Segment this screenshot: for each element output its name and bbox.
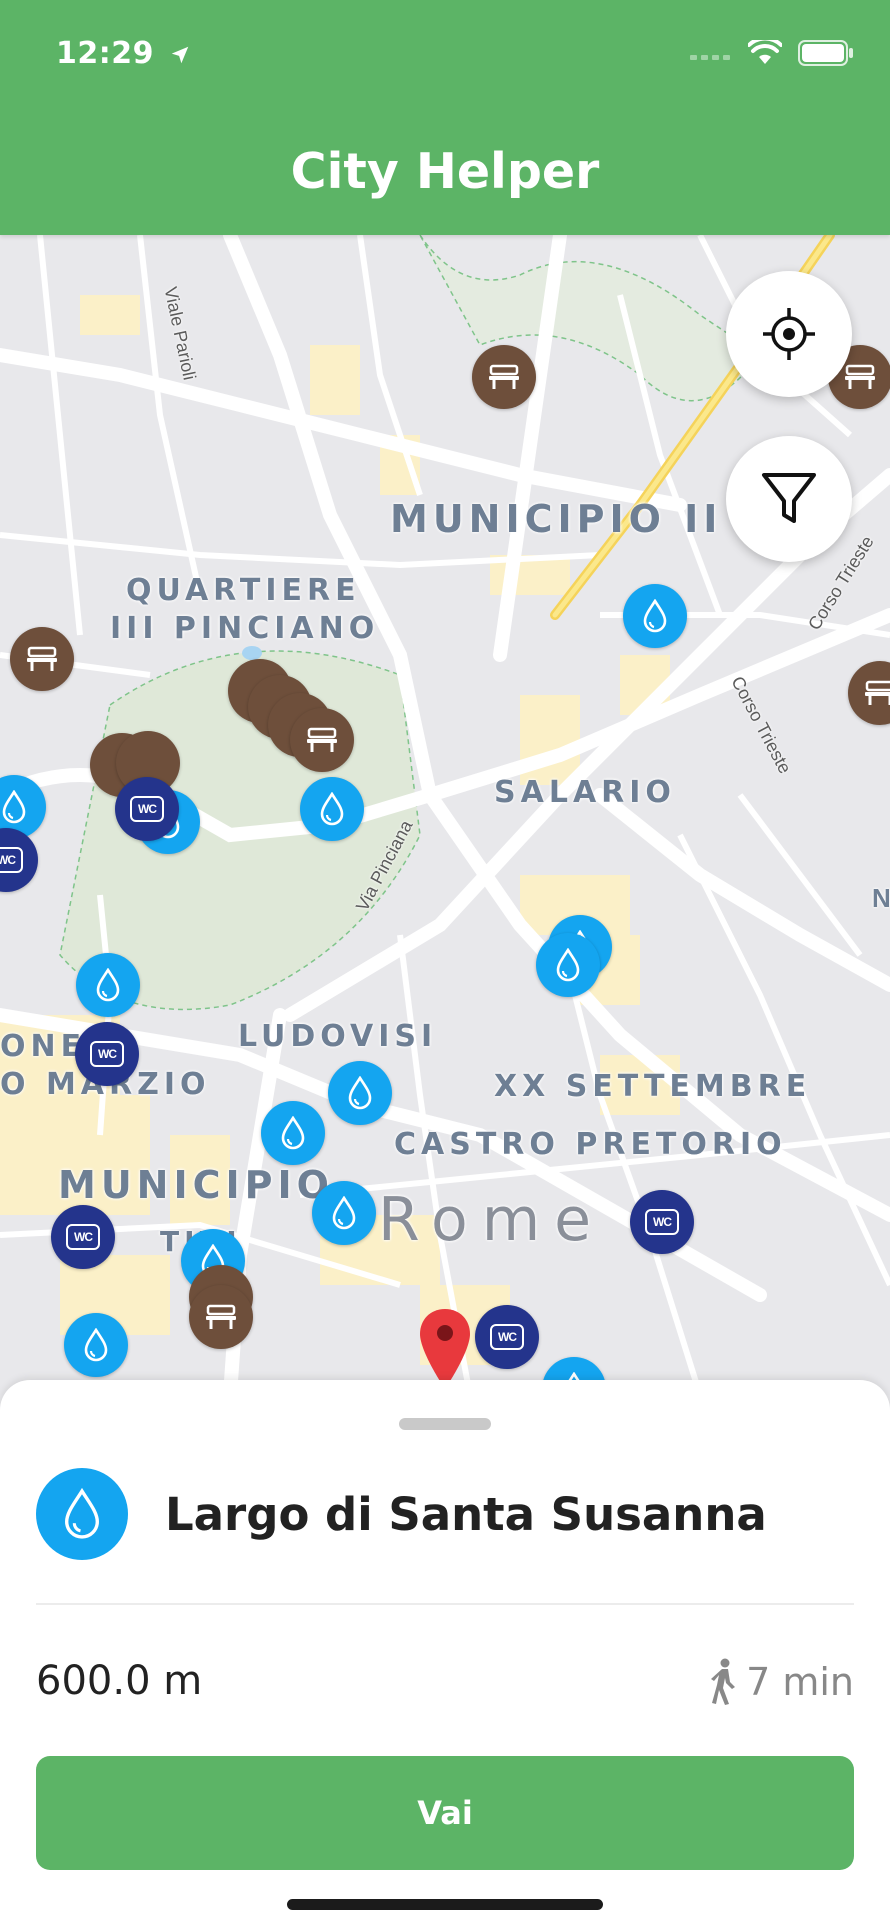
bench-marker[interactable]	[10, 627, 74, 691]
area-label-municipio-ii: MUNICIPIO II	[390, 497, 723, 541]
area-label-quartiere: QUARTIERE	[126, 573, 361, 608]
distance-value: 600.0 m	[36, 1658, 203, 1704]
status-icons	[690, 40, 854, 66]
wc-marker[interactable]: WC	[51, 1205, 115, 1269]
water-drop-icon	[281, 1116, 305, 1150]
wc-icon: WC	[645, 1209, 679, 1235]
area-label-rome: Rome	[378, 1185, 606, 1255]
bench-marker[interactable]	[290, 708, 354, 772]
street-label-n: N	[872, 883, 890, 913]
area-label-castro-pretorio: CASTRO PRETORIO	[394, 1127, 787, 1162]
water-drop-icon	[320, 792, 344, 826]
bench-icon	[206, 1304, 236, 1329]
water-drop-icon	[556, 948, 580, 982]
bench-icon	[865, 680, 890, 705]
crosshair-icon	[763, 308, 815, 360]
wc-icon: WC	[490, 1324, 524, 1350]
home-indicator	[287, 1899, 603, 1910]
wc-marker[interactable]: WC	[475, 1305, 539, 1369]
locate-me-button[interactable]	[726, 271, 852, 397]
area-label-municipio: MUNICIPIO	[58, 1163, 334, 1207]
walking-duration: 7 min	[710, 1658, 854, 1706]
fountain-marker[interactable]	[312, 1181, 376, 1245]
filter-button[interactable]	[726, 436, 852, 562]
bench-icon	[489, 364, 519, 389]
bench-marker[interactable]	[472, 345, 536, 409]
go-button[interactable]: Vai	[36, 1756, 854, 1870]
page-title: City Helper	[290, 143, 600, 200]
water-drop-icon	[96, 968, 120, 1002]
battery-icon	[798, 40, 853, 66]
water-drop-icon	[2, 790, 26, 824]
wifi-icon	[748, 40, 782, 64]
fountain-marker[interactable]	[261, 1101, 325, 1165]
place-type-badge	[36, 1468, 128, 1560]
selected-location-pin-icon[interactable]	[418, 1307, 472, 1391]
water-drop-icon	[84, 1328, 108, 1362]
location-arrow-icon	[171, 46, 189, 63]
walking-person-icon	[711, 1658, 736, 1705]
status-time: 12:29	[56, 36, 191, 71]
wc-icon: WC	[66, 1224, 100, 1250]
bench-icon	[845, 364, 875, 389]
bench-icon	[27, 646, 57, 671]
water-drop-icon	[348, 1076, 372, 1110]
fountain-marker[interactable]	[64, 1313, 128, 1377]
wc-marker[interactable]: WC	[75, 1022, 139, 1086]
area-label-salario: SALARIO	[494, 775, 676, 810]
sheet-grabber[interactable]	[399, 1418, 491, 1430]
area-label-xx-settembre: XX SETTEMBRE	[494, 1069, 812, 1104]
duration-text: 7 min	[746, 1660, 854, 1704]
fountain-marker[interactable]	[328, 1061, 392, 1125]
filter-icon	[762, 473, 816, 523]
wc-icon: WC	[90, 1041, 124, 1067]
fountain-marker[interactable]	[300, 777, 364, 841]
status-time-text: 12:29	[56, 36, 154, 71]
area-label-ludovisi: LUDOVISI	[238, 1019, 438, 1054]
fountain-marker[interactable]	[536, 933, 600, 997]
fountain-marker[interactable]	[623, 584, 687, 648]
bench-icon	[307, 727, 337, 752]
water-drop-icon	[643, 599, 667, 633]
place-name: Largo di Santa Susanna	[165, 1488, 767, 1541]
bench-marker[interactable]	[189, 1285, 253, 1349]
wc-marker[interactable]: WC	[115, 777, 179, 841]
area-label-one: ONE	[0, 1029, 87, 1064]
app-header: 12:29 City Helper	[0, 0, 890, 235]
wc-icon: WC	[130, 796, 164, 822]
water-drop-icon	[332, 1196, 356, 1230]
map-view[interactable]: MUNICIPIO II QUARTIERE III PINCIANO SALA…	[0, 235, 890, 1395]
fountain-marker[interactable]	[76, 953, 140, 1017]
water-drop-icon	[65, 1488, 99, 1539]
place-detail-sheet: Largo di Santa Susanna 600.0 m 7 min Vai	[0, 1380, 890, 1929]
area-label-pinciano: III PINCIANO	[110, 611, 380, 646]
wc-icon: WC	[0, 847, 23, 873]
wc-marker[interactable]: WC	[630, 1190, 694, 1254]
signal-icon	[690, 55, 730, 60]
divider	[36, 1603, 854, 1605]
